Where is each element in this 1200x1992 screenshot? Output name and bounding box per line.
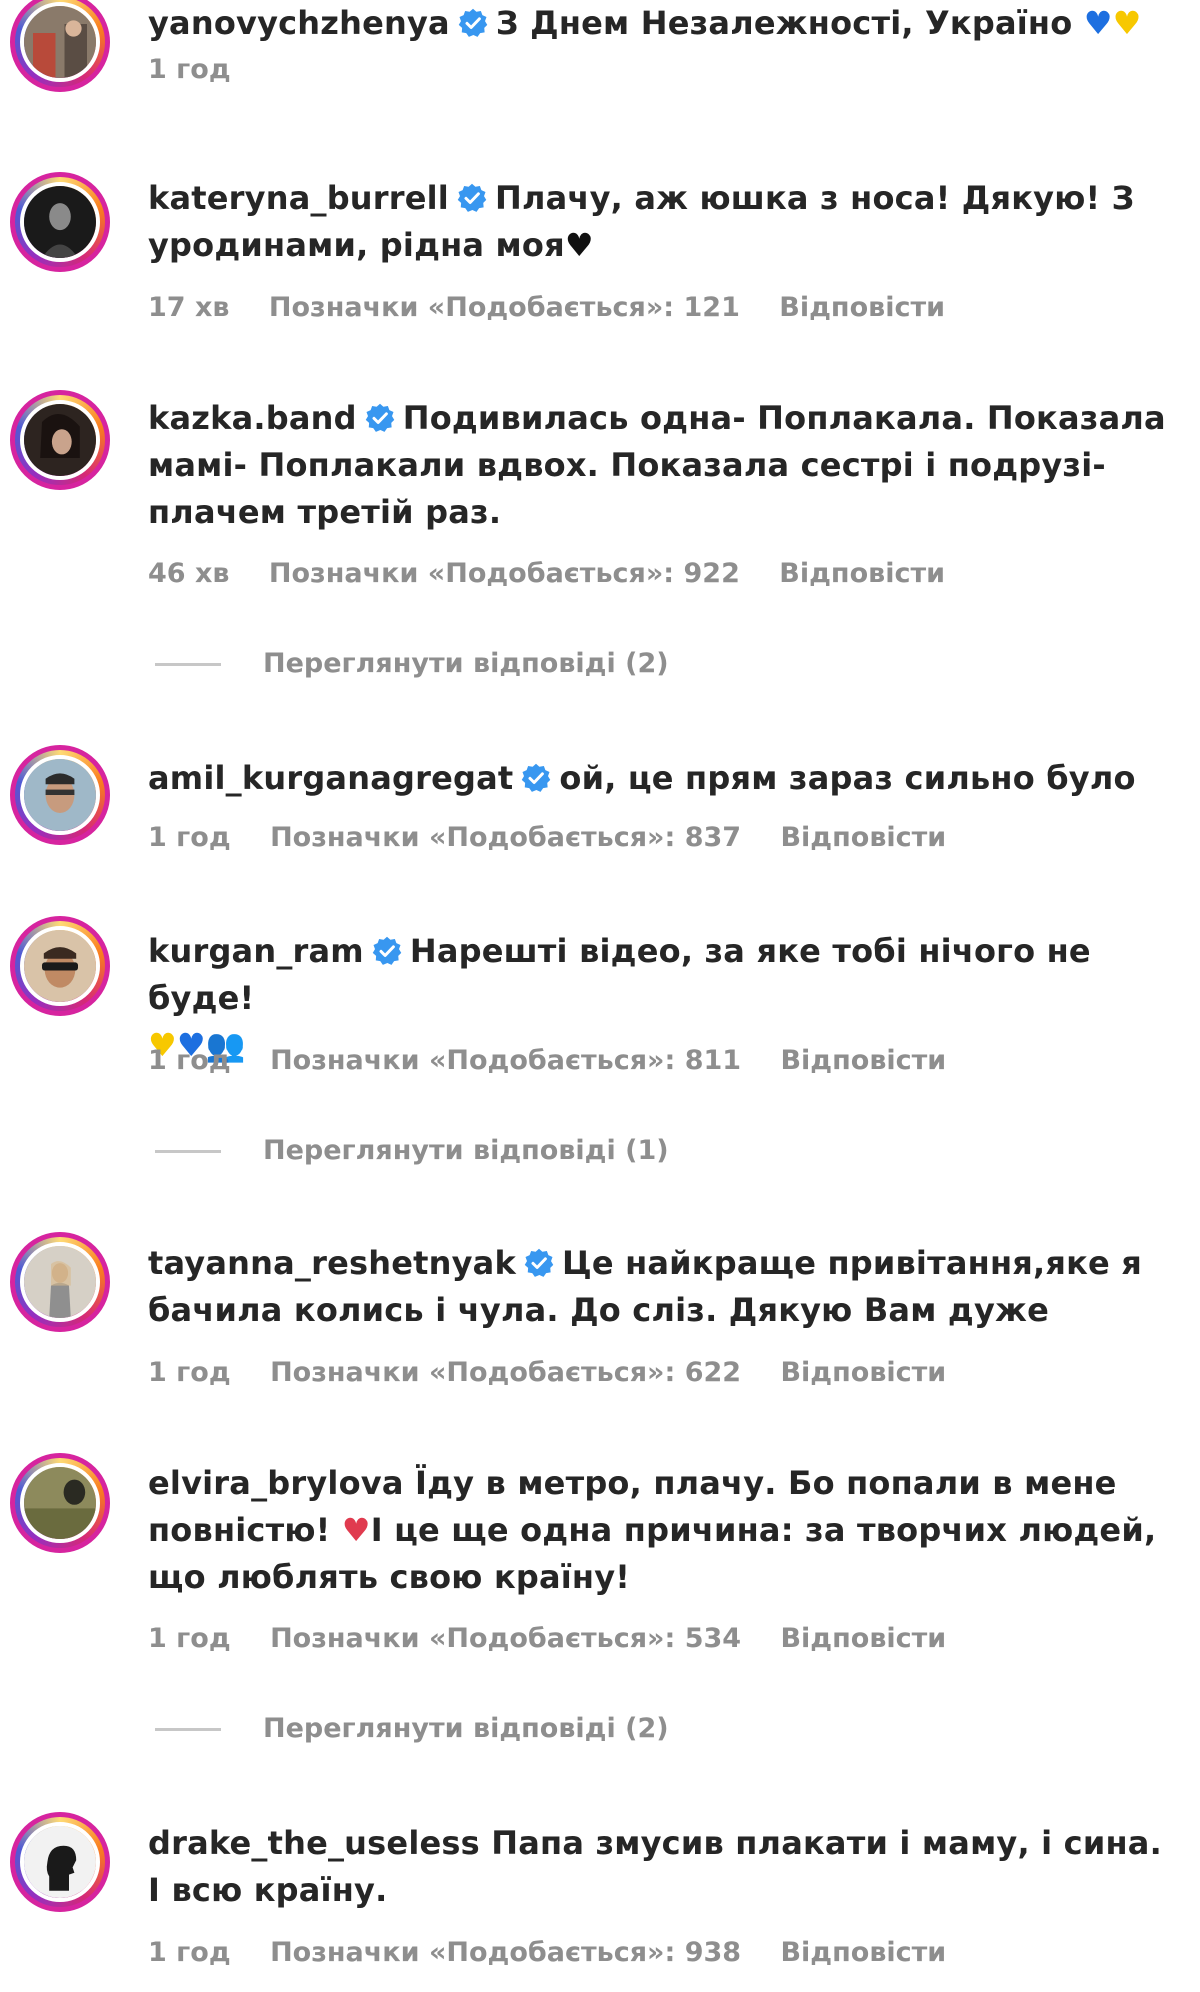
comment-text: ой, це прям зараз сильно було xyxy=(559,759,1136,797)
verified-badge-icon xyxy=(524,1248,554,1278)
blue-heart-icon: ♥ xyxy=(1083,4,1113,42)
avatar[interactable] xyxy=(10,1453,110,1553)
verified-badge-icon xyxy=(521,763,551,793)
verified-badge-icon xyxy=(457,183,487,213)
reply-button[interactable]: Відповісти xyxy=(780,1623,946,1654)
comment-username[interactable]: kurgan_ram xyxy=(148,932,364,970)
avatar[interactable] xyxy=(10,172,110,272)
comment-username[interactable]: kazka.band xyxy=(148,399,357,437)
comment-username[interactable]: amil_kurganagregat xyxy=(148,759,513,797)
comment-username[interactable]: drake_the_useless xyxy=(148,1824,480,1862)
reply-button[interactable]: Відповісти xyxy=(780,1937,946,1968)
comment-time: 1 год xyxy=(148,1937,231,1968)
avatar[interactable] xyxy=(10,0,110,92)
comment-time: 1 год xyxy=(148,1357,231,1388)
divider-line xyxy=(155,1728,221,1731)
broken-heart-icon: ♥ xyxy=(341,1511,371,1549)
comment-time: 1 год xyxy=(148,54,231,85)
comment-time: 17 хв xyxy=(148,292,230,323)
comment-username[interactable]: elvira_brylova xyxy=(148,1464,404,1502)
avatar[interactable] xyxy=(10,916,110,1016)
verified-badge-icon xyxy=(365,403,395,433)
divider-line xyxy=(155,663,221,666)
yellow-heart-icon: ♥ xyxy=(1112,4,1142,42)
comment-time: 46 хв xyxy=(148,558,230,589)
likes-count[interactable]: Позначки «Подобається»: 938 xyxy=(270,1937,741,1968)
comment-username[interactable]: tayanna_reshetnyak xyxy=(148,1244,516,1282)
likes-count[interactable]: Позначки «Подобається»: 534 xyxy=(270,1623,741,1654)
view-replies-button[interactable]: Переглянути відповіді (1) xyxy=(155,1135,669,1166)
comment-time: 1 год xyxy=(148,1045,231,1076)
likes-count[interactable]: Позначки «Подобається»: 837 xyxy=(270,822,741,853)
avatar[interactable] xyxy=(10,390,110,490)
divider-line xyxy=(155,1150,221,1153)
comment-text: З Днем Незалежності, Україно xyxy=(495,4,1073,42)
verified-badge-icon xyxy=(458,8,488,38)
avatar[interactable] xyxy=(10,1232,110,1332)
comment-username[interactable]: kateryna_burrell xyxy=(148,179,449,217)
likes-count[interactable]: Позначки «Подобається»: 121 xyxy=(269,292,740,323)
likes-count[interactable]: Позначки «Подобається»: 922 xyxy=(269,558,740,589)
black-heart-icon: ♥ xyxy=(564,226,594,264)
likes-count[interactable]: Позначки «Подобається»: 811 xyxy=(270,1045,741,1076)
view-replies-button[interactable]: Переглянути відповіді (2) xyxy=(155,648,669,679)
reply-button[interactable]: Відповісти xyxy=(779,292,945,323)
reply-button[interactable]: Відповісти xyxy=(780,822,946,853)
comment-time: 1 год xyxy=(148,1623,231,1654)
reply-button[interactable]: Відповісти xyxy=(780,1357,946,1388)
verified-badge-icon xyxy=(372,936,402,966)
comment-time: 1 год xyxy=(148,822,231,853)
avatar[interactable] xyxy=(10,1812,110,1912)
comment-username[interactable]: yanovychzhenya xyxy=(148,4,450,42)
view-replies-button[interactable]: Переглянути відповіді (2) xyxy=(155,1713,669,1744)
avatar[interactable] xyxy=(10,745,110,845)
likes-count[interactable]: Позначки «Подобається»: 622 xyxy=(270,1357,741,1388)
reply-button[interactable]: Відповісти xyxy=(779,558,945,589)
reply-button[interactable]: Відповісти xyxy=(780,1045,946,1076)
